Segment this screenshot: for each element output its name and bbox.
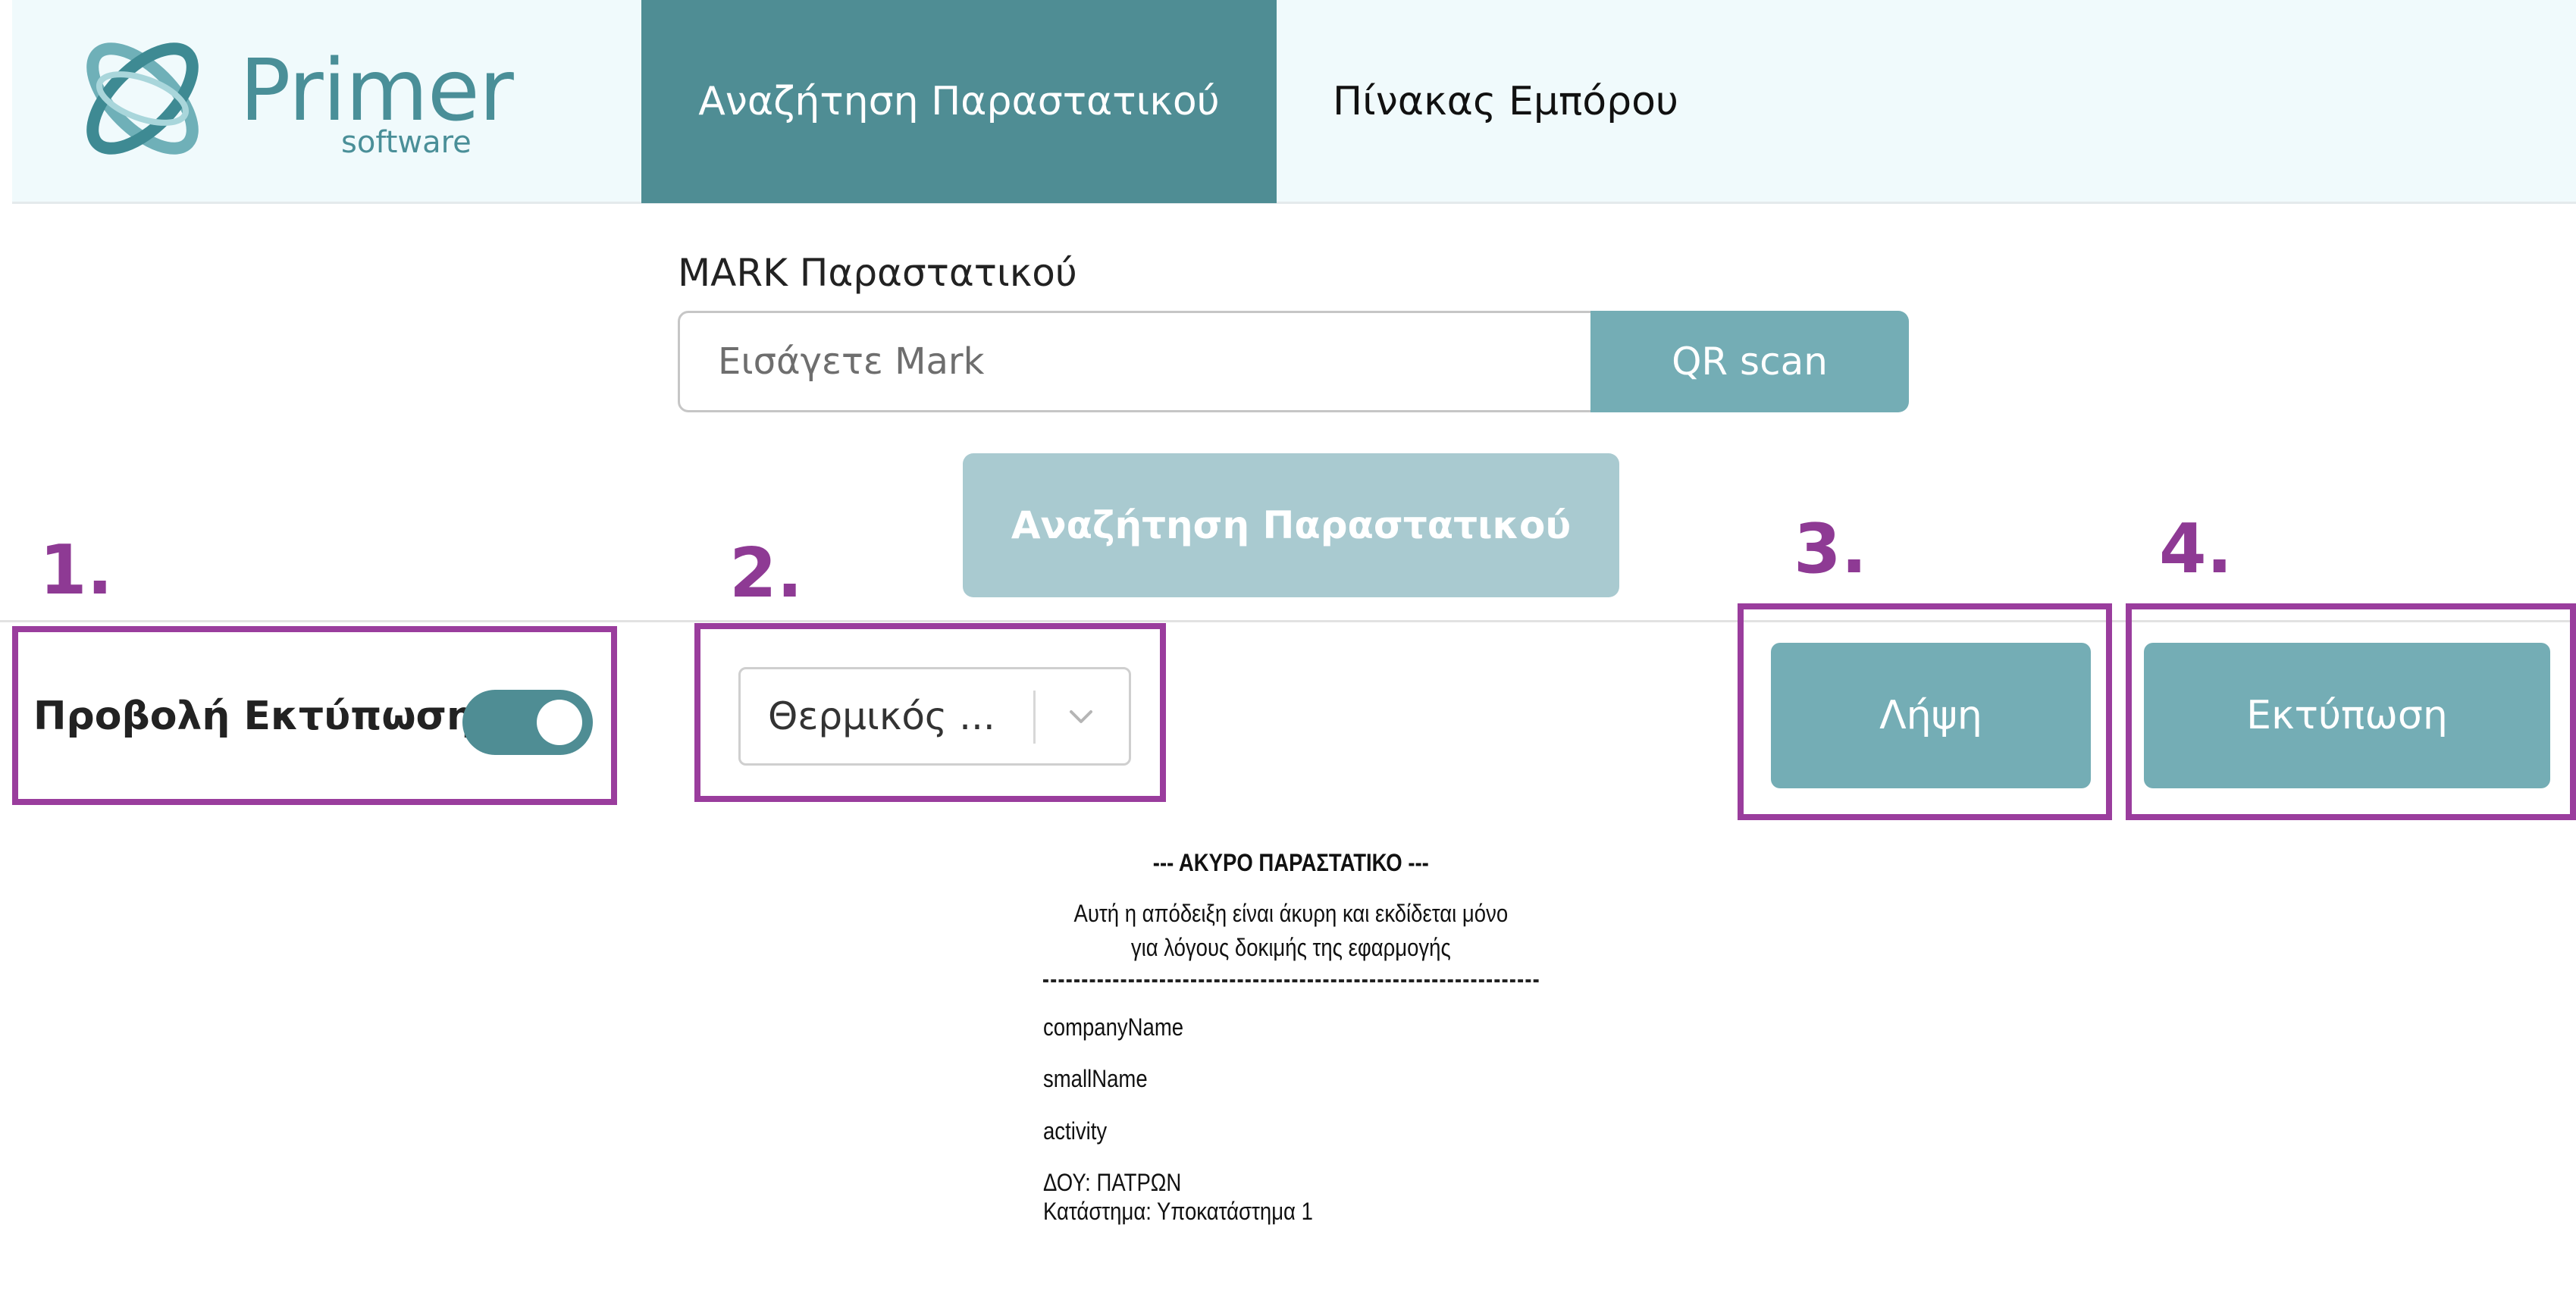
- receipt-company-name: companyName: [1043, 1013, 1184, 1041]
- tab-invoice-search[interactable]: Αναζήτηση Παραστατικού: [641, 0, 1277, 203]
- primer-logo-icon: [86, 42, 199, 155]
- receipt-store: Κατάστημα: Υποκατάστημα 1: [1043, 1198, 1313, 1226]
- annotation-number-4: 4.: [2159, 509, 2233, 589]
- receipt-small-name: smallName: [1043, 1065, 1148, 1093]
- receipt-doy: ΔΟΥ: ΠΑΤΡΩΝ: [1043, 1169, 1182, 1197]
- tab-invoice-search-label: Αναζήτηση Παραστατικού: [698, 79, 1220, 124]
- primer-logo: Primer software: [67, 18, 514, 179]
- search-invoice-label: Αναζήτηση Παραστατικού: [1011, 503, 1572, 547]
- annotation-number-1: 1.: [39, 531, 113, 610]
- logo-subtitle: software: [341, 125, 472, 160]
- receipt-notice-line1: Αυτή η απόδειξη είναι άκυρη και εκδίδετα…: [1073, 900, 1509, 927]
- printer-type-value: Θερμικός ...: [768, 694, 995, 738]
- download-label: Λήψη: [1879, 693, 1982, 738]
- tab-merchant-board-label: Πίνακας Εμπόρου: [1333, 79, 1678, 124]
- receipt-dashed-separator: [1043, 979, 1539, 982]
- mark-field-label: MARK Παραστατικού: [678, 251, 1077, 295]
- qr-scan-button[interactable]: QR scan: [1590, 311, 1909, 412]
- search-invoice-button[interactable]: Αναζήτηση Παραστατικού: [963, 453, 1619, 597]
- printer-type-select[interactable]: Θερμικός ...: [738, 667, 1131, 766]
- qr-scan-label: QR scan: [1672, 340, 1828, 384]
- receipt-activity: activity: [1043, 1117, 1108, 1145]
- receipt-title: --- ΑΚΥΡΟ ΠΑΡΑΣΤΑΤΙΚΟ ---: [1152, 849, 1429, 876]
- download-button[interactable]: Λήψη: [1771, 643, 2091, 788]
- tab-merchant-board[interactable]: Πίνακας Εμπόρου: [1277, 0, 1735, 203]
- mark-input[interactable]: [678, 311, 1612, 412]
- print-label: Εκτύπωση: [2246, 693, 2448, 738]
- receipt-notice-line2: για λόγους δοκιμής της εφαρμογής: [1130, 934, 1451, 962]
- print-preview-label: Προβολή Εκτύπωσης: [33, 694, 498, 739]
- toggle-knob: [537, 700, 582, 745]
- receipt-preview: --- ΑΚΥΡΟ ΠΑΡΑΣΤΑΤΙΚΟ --- Αυτή η απόδειξ…: [1043, 849, 1539, 1226]
- print-button[interactable]: Εκτύπωση: [2144, 643, 2550, 788]
- receipt-notice: Αυτή η απόδειξη είναι άκυρη και εκδίδετα…: [1043, 897, 1539, 966]
- annotation-number-3: 3.: [1794, 509, 1867, 589]
- select-separator: [1033, 691, 1036, 744]
- logo-wordmark: Primer: [240, 42, 514, 140]
- annotation-number-2: 2.: [729, 534, 803, 613]
- chevron-down-icon: [1070, 710, 1092, 723]
- print-preview-toggle[interactable]: [462, 690, 593, 755]
